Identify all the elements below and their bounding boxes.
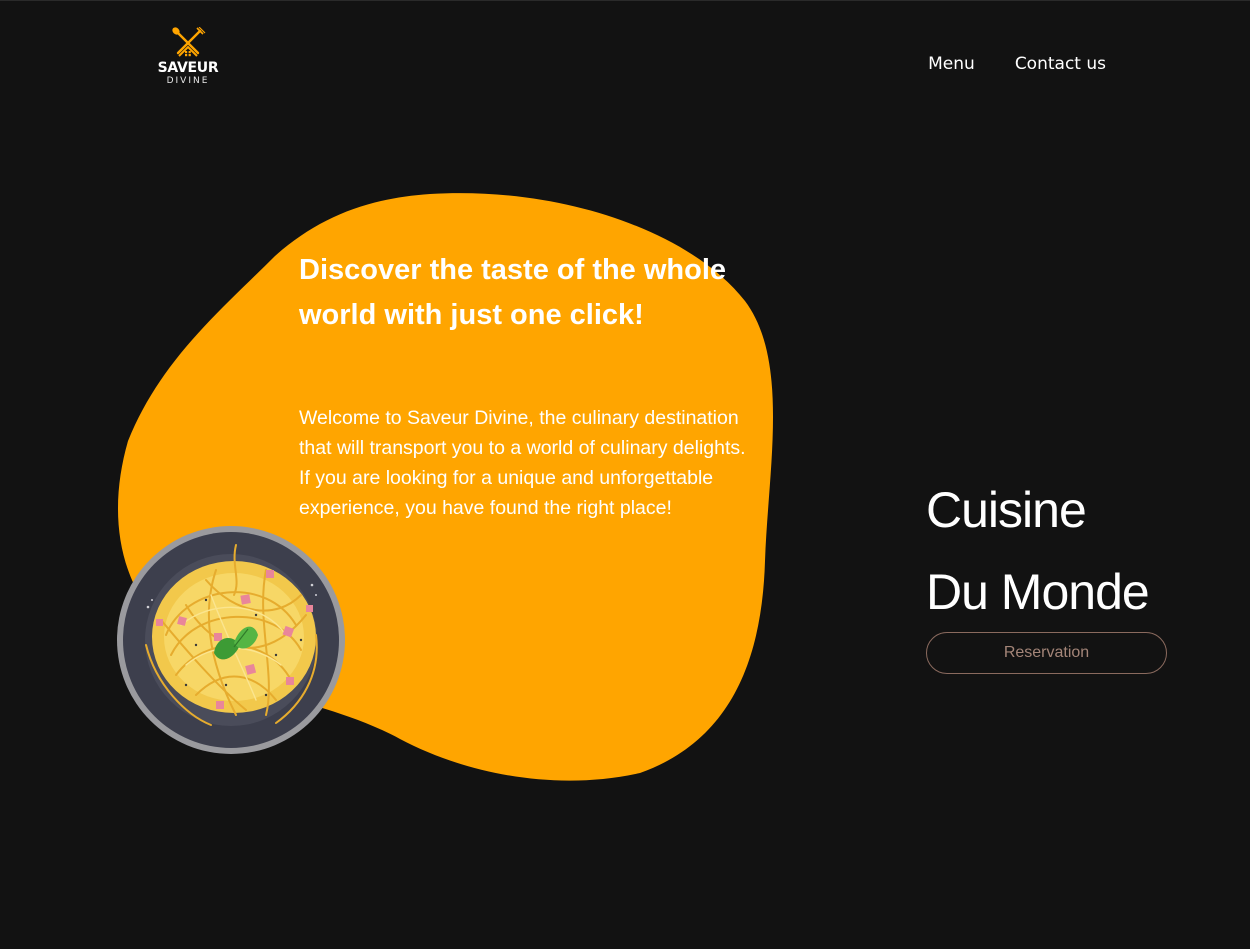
brand-logo[interactable]: SAVEUR DIVINE: [156, 27, 222, 89]
reservation-button[interactable]: Reservation: [926, 632, 1167, 674]
page: SAVEUR DIVINE Menu Contact us Discover t…: [0, 0, 1250, 948]
brand-name: SAVEUR: [157, 60, 219, 76]
nav-item-contact[interactable]: Contact us: [1015, 53, 1106, 75]
tagline-heading: Cuisine Du Monde: [926, 469, 1226, 633]
tagline-line-2: Du Monde: [926, 564, 1150, 620]
main-nav: Menu Contact us: [928, 53, 1106, 75]
hero-description: Welcome to Saveur Divine, the culinary d…: [299, 407, 746, 519]
spaghetti-plate-icon: [117, 526, 345, 754]
fork-spoon-roof-icon: [172, 27, 206, 57]
nav-item-menu[interactable]: Menu: [928, 53, 975, 75]
hero-title: Discover the taste of the whole world wi…: [299, 254, 727, 331]
tagline-line-1: Cuisine: [926, 482, 1087, 538]
brand-subtitle: DIVINE: [166, 76, 210, 86]
